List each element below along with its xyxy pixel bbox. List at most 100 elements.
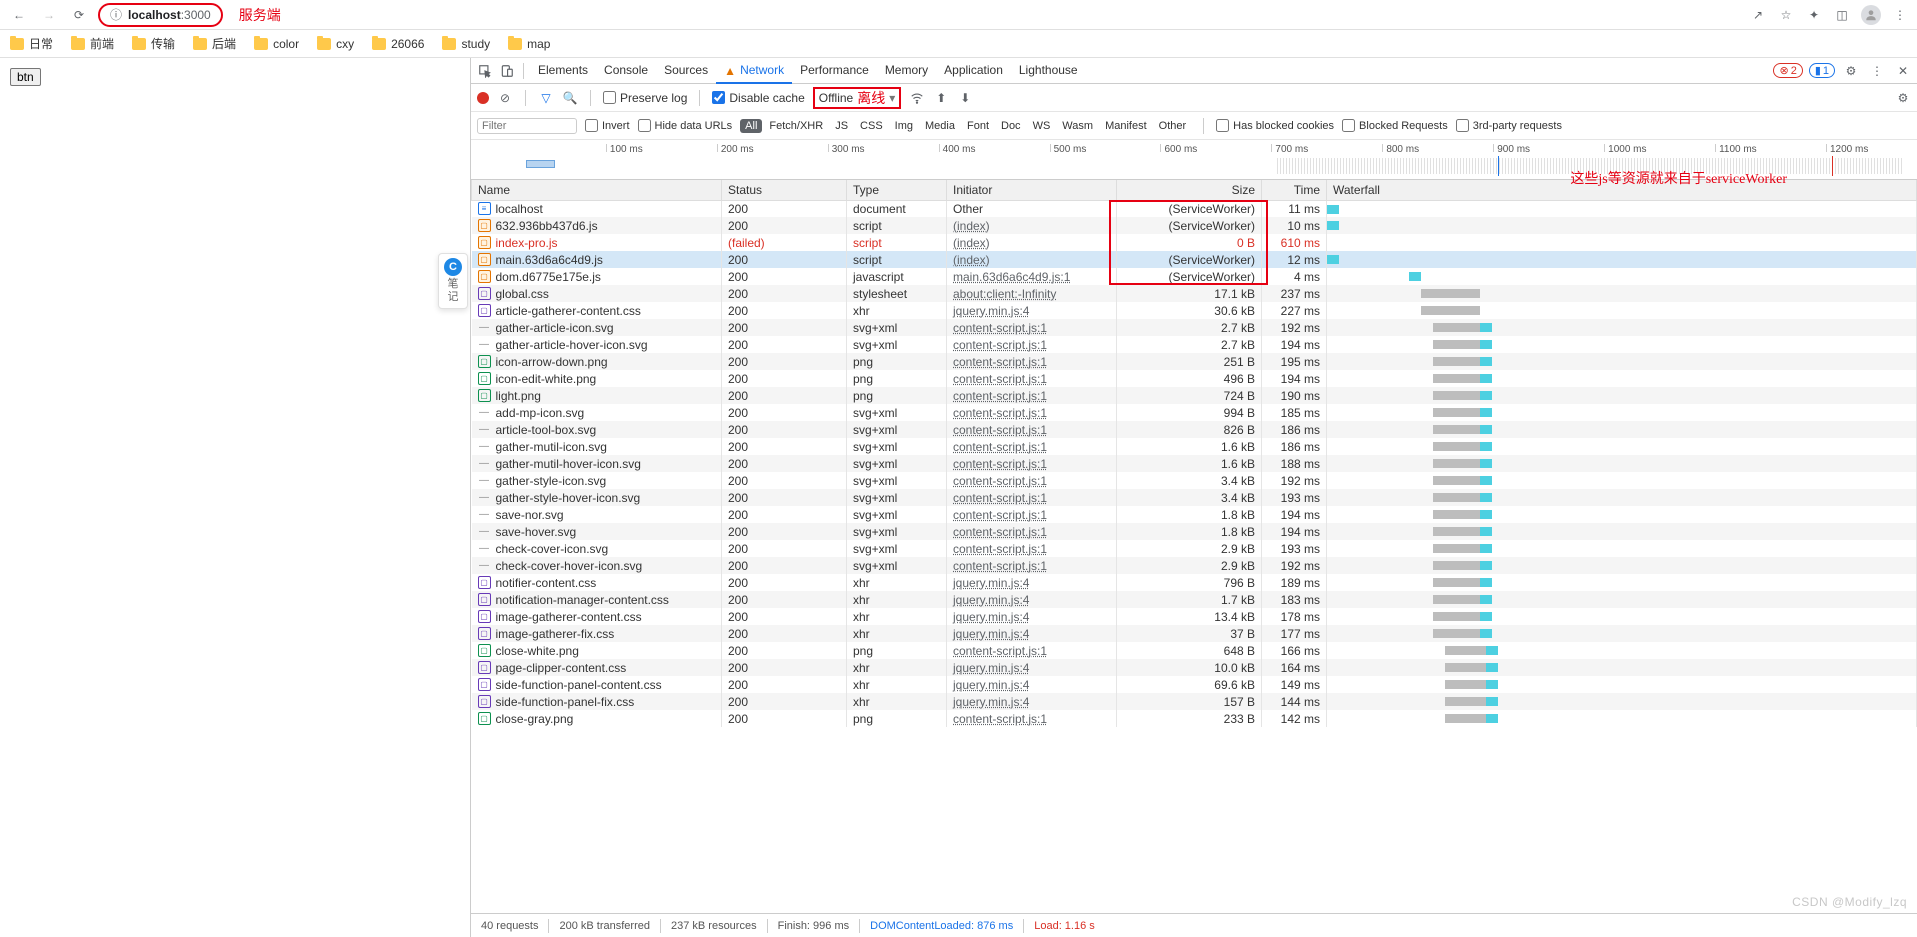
search-icon[interactable]: 🔍 [562, 91, 578, 105]
more-icon[interactable]: ⋮ [1867, 61, 1887, 81]
table-row[interactable]: ▢icon-arrow-down.png200pngcontent-script… [472, 353, 1917, 370]
record-icon[interactable] [477, 92, 489, 104]
table-row[interactable]: —gather-mutil-icon.svg200svg+xmlcontent-… [472, 438, 1917, 455]
clear-icon[interactable]: ⊘ [497, 91, 513, 105]
initiator-link[interactable]: jquery.min.js:4 [953, 678, 1029, 692]
initiator-link[interactable]: content-script.js:1 [953, 491, 1047, 505]
initiator-link[interactable]: content-script.js:1 [953, 525, 1047, 539]
filter-toggle-icon[interactable]: ▽ [538, 91, 554, 105]
filter-chip-css[interactable]: CSS [855, 119, 888, 133]
close-devtools-icon[interactable]: ✕ [1893, 61, 1913, 81]
initiator-link[interactable]: jquery.min.js:4 [953, 661, 1029, 675]
devtools-tab-performance[interactable]: Performance [792, 58, 877, 84]
info-count-badge[interactable]: ▮ 1 [1809, 63, 1835, 78]
nav-forward-icon[interactable]: → [38, 4, 60, 26]
initiator-link[interactable]: jquery.min.js:4 [953, 627, 1029, 641]
initiator-link[interactable]: content-script.js:1 [953, 389, 1047, 403]
initiator-link[interactable]: content-script.js:1 [953, 457, 1047, 471]
table-row[interactable]: ▢article-gatherer-content.css200xhrjquer… [472, 302, 1917, 319]
bookmark-item[interactable]: cxy [317, 37, 354, 51]
table-row[interactable]: ▢global.css200stylesheetabout:client:-In… [472, 285, 1917, 302]
devtools-tab-lighthouse[interactable]: Lighthouse [1011, 58, 1086, 84]
table-row[interactable]: ▢close-white.png200pngcontent-script.js:… [472, 642, 1917, 659]
table-row[interactable]: —article-tool-box.svg200svg+xmlcontent-s… [472, 421, 1917, 438]
initiator-link[interactable]: jquery.min.js:4 [953, 695, 1029, 709]
bookmark-item[interactable]: 前端 [71, 35, 114, 52]
initiator-link[interactable]: jquery.min.js:4 [953, 304, 1029, 318]
timeline-overview[interactable]: 100 ms200 ms300 ms400 ms500 ms600 ms700 … [471, 140, 1917, 180]
upload-icon[interactable]: ⬆ [933, 91, 949, 105]
column-header-type[interactable]: Type [847, 180, 947, 200]
initiator-link[interactable]: about:client:-Infinity [953, 287, 1056, 301]
table-row[interactable]: ▢page-clipper-content.css200xhrjquery.mi… [472, 659, 1917, 676]
bookmark-item[interactable]: 26066 [372, 37, 424, 51]
filter-chip-ws[interactable]: WS [1028, 119, 1056, 133]
initiator-link[interactable]: content-script.js:1 [953, 712, 1047, 726]
filter-chip-manifest[interactable]: Manifest [1100, 119, 1152, 133]
table-row[interactable]: ▢main.63d6a6c4d9.js200script(index)(Serv… [472, 251, 1917, 268]
initiator-link[interactable]: content-script.js:1 [953, 406, 1047, 420]
table-row[interactable]: —gather-article-icon.svg200svg+xmlconten… [472, 319, 1917, 336]
initiator-link[interactable]: content-script.js:1 [953, 338, 1047, 352]
table-row[interactable]: ▢image-gatherer-fix.css200xhrjquery.min.… [472, 625, 1917, 642]
filter-chip-wasm[interactable]: Wasm [1057, 119, 1098, 133]
table-row[interactable]: ▢notification-manager-content.css200xhrj… [472, 591, 1917, 608]
table-row[interactable]: —check-cover-icon.svg200svg+xmlcontent-s… [472, 540, 1917, 557]
initiator-link[interactable]: main.63d6a6c4d9.js:1 [953, 270, 1070, 284]
initiator-link[interactable]: content-script.js:1 [953, 321, 1047, 335]
initiator-link[interactable]: content-script.js:1 [953, 644, 1047, 658]
bookmark-item[interactable]: 日常 [10, 35, 53, 52]
bookmark-item[interactable]: 后端 [193, 35, 236, 52]
share-icon[interactable]: ↗ [1749, 6, 1767, 24]
table-row[interactable]: —save-nor.svg200svg+xmlcontent-script.js… [472, 506, 1917, 523]
table-row[interactable]: —check-cover-hover-icon.svg200svg+xmlcon… [472, 557, 1917, 574]
toolbar-settings-icon[interactable]: ⚙ [1895, 91, 1911, 105]
hide-data-urls-checkbox[interactable]: Hide data URLs [638, 119, 733, 132]
initiator-link[interactable]: content-script.js:1 [953, 508, 1047, 522]
column-header-size[interactable]: Size [1117, 180, 1262, 200]
initiator-link[interactable]: (index) [953, 236, 990, 250]
initiator-link[interactable]: jquery.min.js:4 [953, 593, 1029, 607]
initiator-link[interactable]: content-script.js:1 [953, 440, 1047, 454]
page-btn[interactable]: btn [10, 68, 41, 86]
devtools-tab-sources[interactable]: Sources [656, 58, 716, 84]
filter-chip-media[interactable]: Media [920, 119, 960, 133]
bookmark-item[interactable]: map [508, 37, 550, 51]
throttling-select[interactable]: Offline 离线 ▾ [813, 87, 902, 109]
table-row[interactable]: ▢light.png200pngcontent-script.js:1724 B… [472, 387, 1917, 404]
profile-avatar-icon[interactable] [1861, 5, 1881, 25]
initiator-link[interactable]: content-script.js:1 [953, 355, 1047, 369]
devtools-tab-application[interactable]: Application [936, 58, 1011, 84]
device-toggle-icon[interactable] [497, 61, 517, 81]
table-row[interactable]: —gather-mutil-hover-icon.svg200svg+xmlco… [472, 455, 1917, 472]
third-party-checkbox[interactable]: 3rd-party requests [1456, 119, 1562, 132]
devtools-tab-network[interactable]: ▲ Network [716, 58, 792, 84]
filter-chip-js[interactable]: JS [830, 119, 853, 133]
table-row[interactable]: ▢image-gatherer-content.css200xhrjquery.… [472, 608, 1917, 625]
initiator-link[interactable]: content-script.js:1 [953, 559, 1047, 573]
wifi-icon[interactable] [909, 91, 925, 105]
table-row[interactable]: ≡localhost200documentOther(ServiceWorker… [472, 200, 1917, 217]
column-header-initiator[interactable]: Initiator [947, 180, 1117, 200]
filter-chip-font[interactable]: Font [962, 119, 994, 133]
initiator-link[interactable]: jquery.min.js:4 [953, 610, 1029, 624]
filter-input[interactable] [477, 118, 577, 134]
devtools-tab-console[interactable]: Console [596, 58, 656, 84]
table-row[interactable]: ▢index-pro.js(failed)script(index)0 B610… [472, 234, 1917, 251]
filter-chip-other[interactable]: Other [1154, 119, 1192, 133]
column-header-status[interactable]: Status [722, 180, 847, 200]
initiator-link[interactable]: content-script.js:1 [953, 372, 1047, 386]
column-header-time[interactable]: Time [1262, 180, 1327, 200]
inspect-icon[interactable] [475, 61, 495, 81]
nav-reload-icon[interactable]: ⟳ [68, 4, 90, 26]
address-bar[interactable]: ⓘ localhost:3000 [98, 3, 223, 27]
table-row[interactable]: —add-mp-icon.svg200svg+xmlcontent-script… [472, 404, 1917, 421]
filter-chip-all[interactable]: All [740, 119, 762, 133]
menu-icon[interactable]: ⋮ [1891, 6, 1909, 24]
initiator-link[interactable]: (index) [953, 253, 990, 267]
initiator-link[interactable]: jquery.min.js:4 [953, 576, 1029, 590]
initiator-link[interactable]: content-script.js:1 [953, 423, 1047, 437]
bookmark-item[interactable]: study [442, 37, 490, 51]
table-row[interactable]: —save-hover.svg200svg+xmlcontent-script.… [472, 523, 1917, 540]
notes-widget[interactable]: C 笔 记 [438, 253, 468, 309]
